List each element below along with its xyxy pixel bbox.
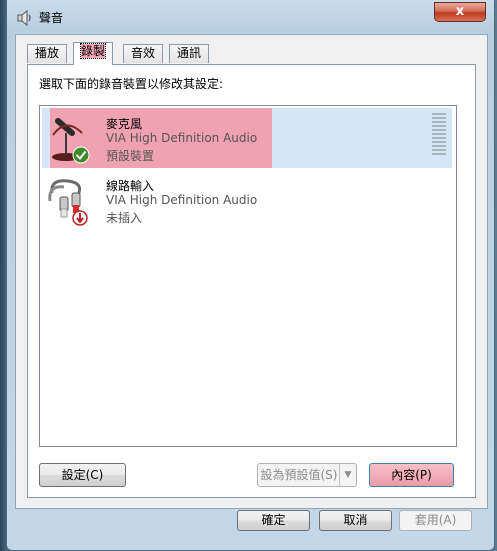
configure-button[interactable]: 設定(C) xyxy=(39,463,126,487)
window-title: 聲音 xyxy=(39,11,64,25)
tab-label: 通訊 xyxy=(177,46,202,60)
device-name: 麥克風 xyxy=(106,117,143,131)
default-check-icon xyxy=(72,146,90,164)
instruction-text: 選取下面的錄音裝置以修改其設定: xyxy=(39,77,224,91)
device-name: 線路輸入 xyxy=(106,179,155,193)
close-icon: x xyxy=(455,4,465,19)
dropdown-arrow-icon[interactable]: ▼ xyxy=(339,464,356,486)
set-default-label: 設為預設值(S) xyxy=(260,468,338,482)
level-meter xyxy=(432,113,446,157)
close-button[interactable]: x xyxy=(434,2,486,22)
tab-communications[interactable]: 通訊 xyxy=(169,44,210,63)
properties-button[interactable]: 內容(P) xyxy=(369,463,454,487)
dialog-body: 播放 錄製 音效 通訊 選取下面的錄音裝置以修改其設定: 麥克風 VIA Hig… xyxy=(15,34,488,509)
recording-panel: 選取下面的錄音裝置以修改其設定: 麥克風 VIA High Definition… xyxy=(27,64,476,498)
apply-button[interactable]: 套用(A) xyxy=(399,510,472,531)
device-item-line-in[interactable]: 線路輸入 VIA High Definition Audio 未插入 xyxy=(42,170,452,230)
sound-dialog: 聲音 x 播放 錄製 音效 通訊 選取下面的錄音裝置以修改其設定: 麥克風 VI… xyxy=(6,0,495,551)
device-item-microphone[interactable]: 麥克風 VIA High Definition Audio 預設裝置 xyxy=(42,108,452,168)
tab-recording[interactable]: 錄製 xyxy=(73,42,114,65)
device-driver: VIA High Definition Audio xyxy=(106,193,258,207)
tab-label: 錄製 xyxy=(79,43,107,59)
tab-label: 音效 xyxy=(131,46,156,60)
tab-label: 播放 xyxy=(35,46,60,60)
device-status: 預設裝置 xyxy=(106,149,155,163)
speaker-icon xyxy=(17,10,31,26)
cancel-button[interactable]: 取消 xyxy=(319,510,392,531)
unplugged-icon xyxy=(72,210,88,226)
ok-button[interactable]: 確定 xyxy=(237,510,310,531)
device-list[interactable]: 麥克風 VIA High Definition Audio 預設裝置 線路輸入 … xyxy=(39,105,457,447)
tab-playback[interactable]: 播放 xyxy=(27,44,68,63)
set-default-button[interactable]: 設為預設值(S) ▼ xyxy=(257,463,357,487)
title-bar[interactable]: 聲音 x xyxy=(7,0,494,34)
device-status: 未插入 xyxy=(106,211,143,225)
device-driver: VIA High Definition Audio xyxy=(106,131,258,145)
tab-sounds[interactable]: 音效 xyxy=(123,44,164,63)
